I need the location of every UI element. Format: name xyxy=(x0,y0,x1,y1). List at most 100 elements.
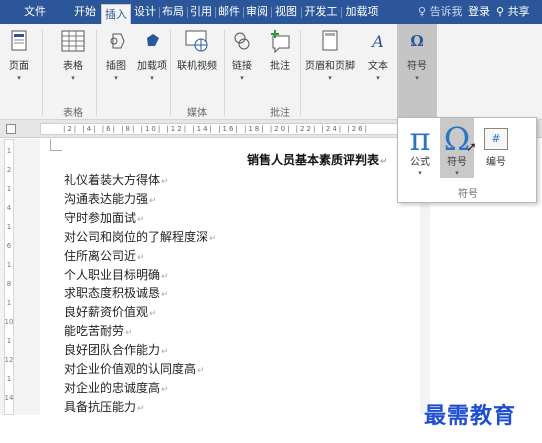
comment-button[interactable]: 批注 xyxy=(262,28,298,73)
symbols-dropdown: π 公式 ▾ Ω 符号 ▾ ➚ # 编号 符号 xyxy=(397,117,537,203)
document-line-text: 个人职业目标明确 xyxy=(64,267,161,282)
equation-button[interactable]: π 公式 ▾ xyxy=(402,122,438,178)
document-line: 良好薪资价值观↵ xyxy=(64,303,157,320)
paragraph-mark: ↵ xyxy=(149,195,157,206)
tab-selector[interactable] xyxy=(6,124,16,134)
document-line: 对企业的忠诚度高↵ xyxy=(64,379,169,396)
tab-view[interactable]: 视图 xyxy=(272,0,300,24)
tab-insert[interactable]: 插入 xyxy=(101,4,131,24)
table-label: 表格 xyxy=(63,61,83,72)
online-video-button[interactable]: 联机视频 xyxy=(172,28,222,73)
ruler-scale: |2| |4| |6| |8| |10| |12| |14| |16| |18|… xyxy=(40,123,400,135)
symbols-button[interactable]: Ω 符号 ▾ xyxy=(397,24,437,120)
group-separator xyxy=(42,30,43,116)
vertical-ruler-tick: 1 xyxy=(6,185,12,193)
omega-icon: Ω xyxy=(410,32,424,50)
mouse-cursor-icon: ➚ xyxy=(466,140,477,155)
chevron-down-icon: ▾ xyxy=(114,74,118,82)
tell-me-search[interactable]: ♀ 告诉我 xyxy=(418,0,463,24)
document-line-text: 守时参加面试 xyxy=(64,210,137,225)
document-page[interactable]: 销售人员基本素质评判表↵ 礼仪着装大方得体↵ 沟通表达能力强↵ 守时参加面试↵ 对公司… xyxy=(40,139,420,415)
chevron-down-icon: ▾ xyxy=(455,169,459,177)
document-line: 守时参加面试↵ xyxy=(64,209,145,226)
document-title: 销售人员基本素质评判表↵ xyxy=(247,151,388,168)
text-box-icon: A xyxy=(372,31,384,51)
addin-icon xyxy=(139,28,165,54)
text-button[interactable]: A 文本 ▾ xyxy=(362,28,394,83)
tab-home[interactable]: 开始 xyxy=(70,0,100,24)
chevron-down-icon: ▾ xyxy=(376,74,380,82)
pi-icon: π xyxy=(409,120,431,158)
number-button[interactable]: # 编号 xyxy=(478,122,514,169)
tab-file[interactable]: 文件 xyxy=(20,0,50,24)
comment-icon xyxy=(267,28,293,54)
document-line: 住所离公司近↵ xyxy=(64,247,145,264)
document-line: 对公司和岗位的了解程度深↵ xyxy=(64,228,217,245)
chevron-down-icon: ▾ xyxy=(415,74,419,82)
chevron-down-icon: ▾ xyxy=(150,74,154,82)
pictures-button[interactable]: 插图 ▾ xyxy=(100,28,132,83)
document-line-text: 良好团队合作能力 xyxy=(64,343,161,358)
tab-references[interactable]: 引用 xyxy=(188,0,214,24)
login-button[interactable]: 登录 xyxy=(468,0,490,24)
document-line: 具备抗压能力↵ xyxy=(64,398,145,415)
vertical-ruler-tick: 2 xyxy=(6,166,12,174)
link-label: 链接 xyxy=(232,61,252,72)
link-icon xyxy=(229,28,255,54)
chevron-down-icon: ▾ xyxy=(328,74,332,82)
vertical-ruler: 1 2 1 4 1 6 1 8 1 10 1 12 1 14 xyxy=(0,139,40,415)
number-label: 编号 xyxy=(486,157,506,168)
addins-button[interactable]: 加载项 ▾ xyxy=(136,28,168,83)
tab-layout[interactable]: 布局 xyxy=(160,0,186,24)
paragraph-mark: ↵ xyxy=(149,309,157,320)
tab-design[interactable]: 设计 xyxy=(132,0,158,24)
share-button[interactable]: ⚲ 共享 xyxy=(496,0,530,24)
document-line: 良好团队合作能力↵ xyxy=(64,341,169,358)
tab-addins[interactable]: 加载项 xyxy=(342,0,382,24)
paragraph-mark: ↵ xyxy=(161,384,169,395)
group-separator xyxy=(96,30,97,116)
link-button[interactable]: 链接 ▾ xyxy=(228,28,256,83)
tab-mailings[interactable]: 邮件 xyxy=(216,0,242,24)
document-line: 对企业价值观的认同度高↵ xyxy=(64,360,205,377)
document-line-text: 礼仪着装大方得体 xyxy=(64,173,161,187)
paragraph-mark: ↵ xyxy=(161,271,169,282)
document-line-text: 对企业的忠诚度高 xyxy=(64,380,161,395)
document-line-text: 对企业价值观的认同度高 xyxy=(64,362,197,376)
vertical-ruler-tick: 1 xyxy=(6,299,12,307)
equation-label: 公式 xyxy=(410,157,430,168)
header-footer-icon xyxy=(317,28,343,54)
panel-group-label: 符号 xyxy=(458,189,478,200)
header-footer-button[interactable]: 页眉和页脚 ▾ xyxy=(302,28,358,83)
online-video-label: 联机视频 xyxy=(177,61,217,72)
document-line-text: 具备抗压能力 xyxy=(64,399,137,414)
group-separator xyxy=(170,30,171,116)
table-button[interactable]: 表格 ▾ xyxy=(56,28,90,83)
pages-button[interactable]: 页面 ▾ xyxy=(4,28,34,83)
paragraph-mark: ↵ xyxy=(137,214,145,225)
chevron-down-icon: ▾ xyxy=(418,169,422,177)
number-icon: # xyxy=(484,128,508,150)
pictures-label: 插图 xyxy=(106,61,126,72)
vertical-ruler-tick: 8 xyxy=(6,280,12,288)
vertical-ruler-tick: 4 xyxy=(6,204,12,212)
vertical-ruler-tick: 14 xyxy=(4,394,14,402)
tab-review[interactable]: 审阅 xyxy=(244,0,270,24)
table-icon xyxy=(60,28,86,54)
page-icon xyxy=(6,28,32,54)
paragraph-mark: ↵ xyxy=(197,366,205,376)
text-label: 文本 xyxy=(368,61,388,72)
video-icon xyxy=(184,28,210,54)
document-line: 能吃苦耐劳↵ xyxy=(64,322,133,339)
vertical-ruler-tick: 1 xyxy=(6,147,12,155)
group-label-comments: 批注 xyxy=(270,108,290,119)
paragraph-mark: ↵ xyxy=(161,177,169,187)
symbols-label: 符号 xyxy=(407,61,427,72)
document-line-text: 求职态度积极诚恳 xyxy=(64,286,161,301)
document-line: 个人职业目标明确↵ xyxy=(64,266,169,283)
paragraph-mark: ↵ xyxy=(161,347,169,358)
tab-developer[interactable]: 开发工 xyxy=(302,0,340,24)
header-footer-label: 页眉和页脚 xyxy=(305,61,355,72)
paragraph-mark: ↵ xyxy=(209,233,217,244)
group-label-media: 媒体 xyxy=(187,108,207,119)
